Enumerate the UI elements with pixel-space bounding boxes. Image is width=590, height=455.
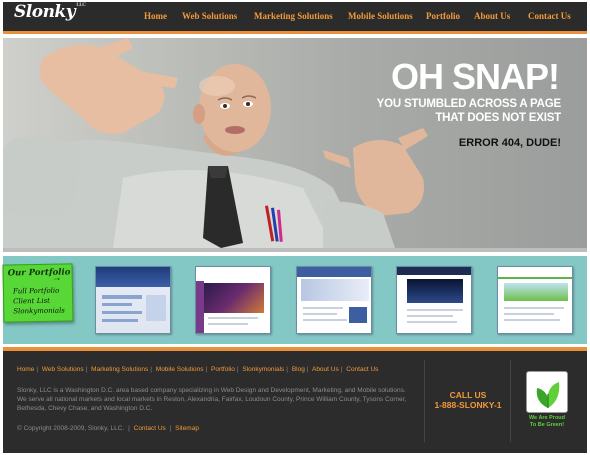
portfolio-sticky-note: Our Portfolio → Full Portfolio Client Li… [2,263,74,323]
footer-link-web-solutions[interactable]: Web Solutions [42,366,84,373]
error-headline: OH SNAP! [390,56,560,97]
portfolio-thumbnail-2[interactable] [195,266,271,334]
error-subtitle-line1: YOU STUMBLED ACROSS A PAGE [376,98,562,110]
error-subtitle-line2: THAT DOES NOT EXIST [435,112,561,124]
green-leaf-badge[interactable] [526,371,568,413]
phone-number[interactable]: 1-888-SLONKY-1 [428,400,508,410]
green-text-line1: We Are Proud [528,415,566,421]
nav-marketing-solutions[interactable]: Marketing Solutions [254,11,333,21]
footer-divider-2 [510,360,511,442]
nav-about-us[interactable]: About Us [474,11,510,21]
leaf-icon [536,382,560,408]
footer-divider-1 [424,360,425,442]
header-accent-line [3,31,587,34]
green-text-line2: To Be Green! [529,422,565,428]
nav-web-solutions[interactable]: Web Solutions [182,11,237,21]
footer-link-portfolio[interactable]: Portfolio [211,366,235,373]
copyright-line: © Copyright 2008-2009, Slonky, LLC. | Co… [17,425,199,432]
portfolio-thumbnail-3[interactable] [296,266,372,334]
company-description: Slonky, LLC is a Washington D.C. area ba… [17,387,407,412]
hero-banner: OH SNAP! YOU STUMBLED ACROSS A PAGE THAT… [3,38,587,248]
site-logo[interactable]: SlonkyLLC [14,2,86,22]
link-full-portfolio[interactable]: Full Portfolio [13,287,60,296]
footer-link-blog[interactable]: Blog [292,366,305,373]
copyright-link-sitemap[interactable]: Sitemap [175,425,199,432]
footer-link-slonkymonials[interactable]: Slonkymonials [242,366,284,373]
portfolio-thumbnail-5[interactable] [497,266,573,334]
arrow-right-icon: → [51,272,62,284]
link-client-list[interactable]: Client List [13,297,50,306]
nav-portfolio[interactable]: Portfolio [426,11,460,21]
hero-divider [3,248,587,252]
footer-link-contact-us[interactable]: Contact Us [346,366,378,373]
call-us-label: CALL US [449,390,487,400]
logo-text: Slonky [14,2,76,22]
portfolio-thumbnail-4[interactable] [396,266,472,334]
nav-home[interactable]: Home [144,11,167,21]
green-badge-text: We Are Proud To Be Green! [521,415,573,429]
footer-nav: Home | Web Solutions | Marketing Solutions… [17,366,379,373]
copyright-link-contact-us[interactable]: Contact Us [134,425,166,432]
footer-link-marketing-solutions[interactable]: Marketing Solutions [91,366,148,373]
nav-mobile-solutions[interactable]: Mobile Solutions [348,11,413,21]
portfolio-thumbnail-1[interactable] [95,266,171,334]
logo-mark: LLC [76,2,86,8]
copyright-text: © Copyright 2008-2009, Slonky, LLC. [17,425,125,432]
footer-link-about-us[interactable]: About Us [312,366,339,373]
footer-link-mobile-solutions[interactable]: Mobile Solutions [156,366,204,373]
footer-link-home[interactable]: Home [17,366,34,373]
nav-contact-us[interactable]: Contact Us [528,11,571,21]
error-code: ERROR 404, DUDE! [458,137,561,149]
link-slonkymonials[interactable]: Slonkymonials [13,307,65,316]
